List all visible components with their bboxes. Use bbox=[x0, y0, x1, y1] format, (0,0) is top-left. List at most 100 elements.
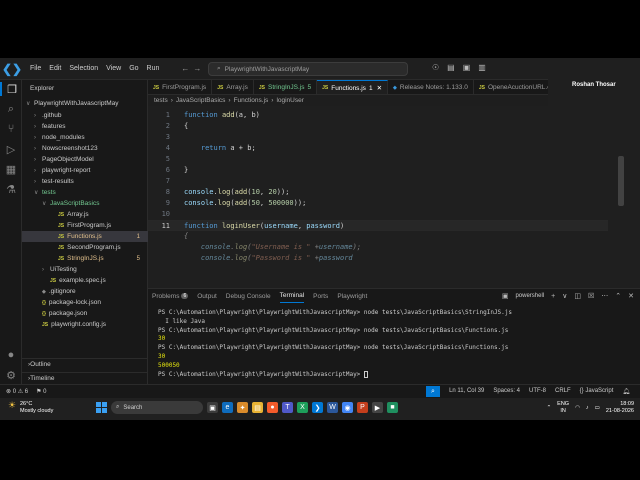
zoom-icon[interactable]: ⌕ bbox=[426, 386, 440, 397]
clock[interactable]: 18:09 21-08-2026 bbox=[606, 401, 634, 415]
breadcrumb-item[interactable]: JavaScriptBasics bbox=[176, 97, 226, 104]
bell-icon[interactable]: 🔔︎ bbox=[622, 388, 630, 395]
split-terminal-icon[interactable]: ◫ bbox=[574, 292, 581, 300]
menu-edit[interactable]: Edit bbox=[45, 65, 65, 72]
terminal-shell-label[interactable]: powershell bbox=[515, 293, 544, 299]
media-app-icon[interactable]: ▶ bbox=[372, 402, 383, 413]
toggle-sidebar-icon[interactable]: ▤ bbox=[447, 63, 455, 72]
file-item[interactable]: JS FirstProgram.js bbox=[22, 220, 148, 231]
menu-file[interactable]: File bbox=[26, 65, 45, 72]
menu-selection[interactable]: Selection bbox=[65, 65, 102, 72]
tab-ports[interactable]: Ports bbox=[313, 289, 328, 303]
run-debug-icon[interactable]: ▷ bbox=[4, 142, 18, 156]
toggle-secondary-sidebar-icon[interactable]: ▥ bbox=[478, 63, 486, 72]
teams-icon[interactable]: T bbox=[282, 402, 293, 413]
chevron-up-icon[interactable]: ⌃ bbox=[547, 405, 552, 411]
end-of-line[interactable]: CRLF bbox=[555, 388, 571, 395]
tab-playwright[interactable]: Playwright bbox=[337, 289, 367, 303]
windows-start-icon[interactable] bbox=[96, 402, 107, 413]
file-item[interactable]: JS Array.js bbox=[22, 209, 148, 220]
task-view-icon[interactable]: ▣ bbox=[207, 402, 218, 413]
folder-item[interactable]: › .github bbox=[22, 110, 148, 121]
settings-gear-icon[interactable]: ⚙ bbox=[4, 368, 18, 382]
copilot-app-icon[interactable]: ✦ bbox=[237, 402, 248, 413]
menu-run[interactable]: Run bbox=[143, 65, 164, 72]
terminal-output[interactable]: PS C:\Automation\Playwright\PlaywrightWi… bbox=[158, 309, 628, 379]
file-explorer-icon[interactable]: ▤ bbox=[252, 402, 263, 413]
file-item[interactable]: JS SecondProgram.js bbox=[22, 242, 148, 253]
file-item[interactable]: JS Functions.js 1 bbox=[22, 231, 148, 242]
file-item[interactable]: ◆ .gitignore bbox=[22, 286, 148, 297]
editor-scrollbar[interactable] bbox=[618, 156, 624, 206]
vscode-taskbar-icon[interactable]: ❯ bbox=[312, 402, 323, 413]
nav-back-forward-icon[interactable]: ←→ bbox=[181, 64, 205, 73]
editor-tab[interactable]: JS Array.js bbox=[212, 80, 254, 94]
folder-item[interactable]: ∨ JavaScriptBasics bbox=[22, 198, 148, 209]
folder-item[interactable]: › PageObjectModel bbox=[22, 154, 148, 165]
breadcrumb-item[interactable]: tests bbox=[154, 97, 168, 104]
volume-icon[interactable]: ♪ bbox=[586, 405, 589, 411]
problems-status[interactable]: ⊗ 0 ⚠ 6 bbox=[6, 388, 28, 395]
folder-item[interactable]: › playwright-report bbox=[22, 165, 148, 176]
new-terminal-icon[interactable]: + bbox=[551, 293, 555, 300]
extensions-icon[interactable]: ▦ bbox=[4, 162, 18, 176]
outline-section[interactable]: › Outline bbox=[22, 358, 148, 370]
folder-item[interactable]: › features bbox=[22, 121, 148, 132]
file-item[interactable]: JS example.spec.js bbox=[22, 275, 148, 286]
breadcrumb-item[interactable]: loginUser bbox=[276, 97, 303, 104]
code-editor[interactable]: 1 function add(a, b) 2{3 4 return a + b; 5 6}… bbox=[148, 106, 628, 288]
battery-icon[interactable]: ▭ bbox=[595, 405, 600, 411]
ports-status[interactable]: ⚑ 0 bbox=[36, 388, 46, 395]
taskbar-search[interactable]: ⌕ Search bbox=[111, 401, 203, 414]
folder-item[interactable]: › Nowscreenshot123 bbox=[22, 143, 148, 154]
tab-debug-console[interactable]: Debug Console bbox=[226, 289, 271, 303]
breadcrumb-item[interactable]: Functions.js bbox=[234, 97, 269, 104]
tab-terminal[interactable]: Terminal bbox=[279, 289, 305, 303]
firefox-icon[interactable]: ● bbox=[267, 402, 278, 413]
tab-problems[interactable]: Problems 6 bbox=[152, 289, 189, 303]
editor-tab[interactable]: JS OpeneAcuctionURL.e bbox=[474, 80, 548, 94]
folder-item[interactable]: › node_modules bbox=[22, 132, 148, 143]
toggle-panel-icon[interactable]: ▣ bbox=[463, 63, 471, 72]
indentation[interactable]: Spaces: 4 bbox=[493, 388, 520, 395]
explorer-icon[interactable]: ❐ bbox=[0, 82, 22, 96]
chrome-icon[interactable]: ◉ bbox=[342, 402, 353, 413]
file-item[interactable]: {} package.json bbox=[22, 308, 148, 319]
wifi-icon[interactable]: ◠ bbox=[575, 405, 580, 411]
folder-item[interactable]: ∨ tests bbox=[22, 187, 148, 198]
excel-icon[interactable]: X bbox=[297, 402, 308, 413]
search-icon[interactable]: ⌕ bbox=[4, 102, 18, 116]
edge-icon[interactable]: e bbox=[222, 402, 233, 413]
menu-go[interactable]: Go bbox=[125, 65, 142, 72]
file-item[interactable]: {} package-lock.json bbox=[22, 297, 148, 308]
tab-output[interactable]: Output bbox=[197, 289, 217, 303]
weather-widget[interactable]: ☀ 26°C Mostly cloudy bbox=[8, 401, 53, 415]
editor-tab[interactable]: JS StringInJS.js 5 bbox=[254, 80, 318, 94]
close-icon[interactable]: ✕ bbox=[628, 292, 634, 300]
close-icon[interactable]: ✕ bbox=[377, 84, 382, 92]
menu-view[interactable]: View bbox=[102, 65, 125, 72]
project-root[interactable]: ∨ PlaywrightWithJavascriptMay bbox=[22, 98, 148, 109]
maximize-panel-icon[interactable]: ⌃ bbox=[615, 292, 621, 300]
cursor-position[interactable]: Ln 11, Col 39 bbox=[449, 388, 484, 395]
editor-tab[interactable]: JS FirstProgram.js bbox=[148, 80, 213, 94]
more-actions-icon[interactable]: ⋯ bbox=[601, 292, 608, 300]
editor-tab[interactable]: ◈ Release Notes: 1.133.0 bbox=[388, 80, 474, 94]
file-item[interactable]: JS playwright.config.js bbox=[22, 319, 148, 330]
language-mode[interactable]: {} JavaScript bbox=[580, 388, 614, 395]
copilot-icon[interactable]: ☉ bbox=[432, 63, 439, 72]
folder-item[interactable]: › UiTesting bbox=[22, 264, 148, 275]
testing-icon[interactable]: ⚗ bbox=[4, 182, 18, 196]
source-control-icon[interactable]: ⑂ bbox=[4, 122, 18, 136]
command-center-search[interactable]: ⌕ PlaywrightWithJavascriptMay bbox=[208, 62, 408, 76]
store-app-icon[interactable]: ■ bbox=[387, 402, 398, 413]
chevron-down-icon[interactable]: ∨ bbox=[562, 292, 567, 300]
editor-tab[interactable]: JS Functions.js 1 ✕ bbox=[317, 80, 389, 94]
language-indicator[interactable]: ENG IN bbox=[557, 401, 569, 415]
folder-item[interactable]: › test-results bbox=[22, 176, 148, 187]
encoding[interactable]: UTF-8 bbox=[529, 388, 546, 395]
word-icon[interactable]: W bbox=[327, 402, 338, 413]
timeline-section[interactable]: › Timeline bbox=[22, 372, 148, 384]
trash-icon[interactable]: ☒ bbox=[588, 292, 594, 300]
file-item[interactable]: JS StringInJS.js 5 bbox=[22, 253, 148, 264]
